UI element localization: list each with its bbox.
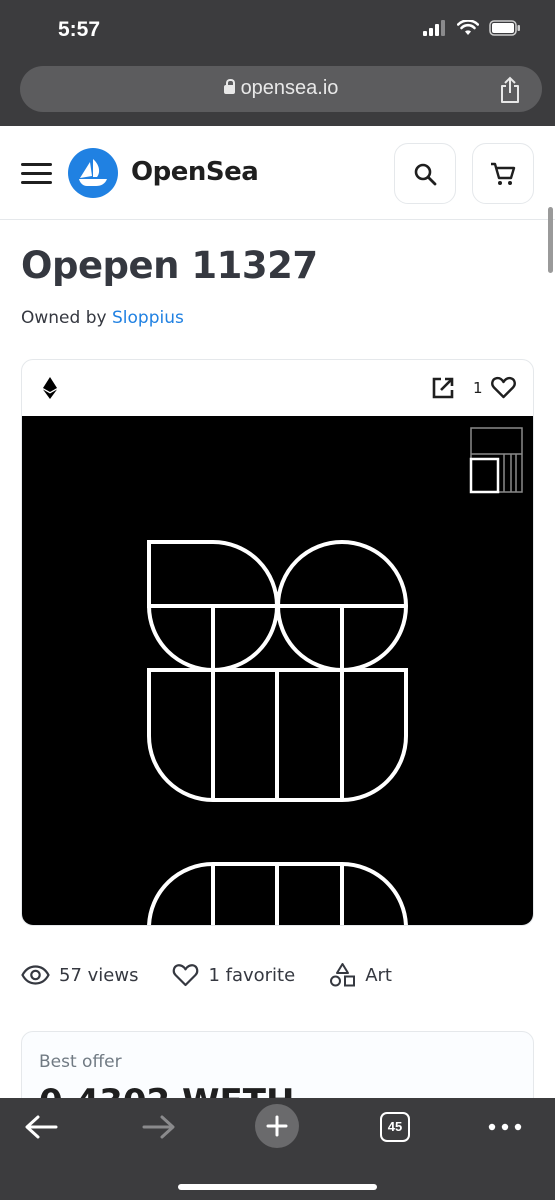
favorites-label: 1 favorite [208,964,296,986]
ethereum-icon[interactable] [43,377,57,399]
heart-icon[interactable] [491,376,516,399]
heart-icon [173,964,199,987]
cart-button[interactable] [472,143,534,204]
scrollbar[interactable] [548,207,553,273]
more-icon[interactable] [488,1123,522,1131]
forward-icon[interactable] [142,1114,176,1140]
browser-chrome-top: 5:57 opensea.io [0,0,555,126]
shapes-icon [330,963,356,987]
lock-icon [223,79,235,94]
site-header: OpenSea [0,126,555,220]
home-indicator[interactable] [178,1184,377,1190]
tabs-icon[interactable]: 45 [380,1112,410,1142]
external-link-icon[interactable] [432,377,454,399]
status-icons [423,20,521,36]
favorite-count: 1 [473,379,483,397]
menu-icon[interactable] [21,163,52,185]
best-offer-label: Best offer [39,1052,122,1072]
signal-icon [423,20,445,36]
url-text: opensea.io [240,77,339,99]
favorites-stat[interactable]: 1 favorite [172,963,295,987]
card-toolbar: 1 [22,360,533,416]
category-label: Art [365,964,392,986]
nft-card: 1 [21,359,534,926]
cart-icon [491,162,516,185]
status-time: 5:57 [58,18,101,41]
browser-toolbar: 45 [0,1098,555,1200]
opensea-logo-icon[interactable] [68,148,118,198]
search-icon [414,163,437,185]
battery-icon [489,20,520,36]
owner-link[interactable]: Sloppius [112,308,184,328]
search-button[interactable] [394,143,456,204]
item-stats: 57 views 1 favorite Art [21,962,426,988]
plus-icon [266,1115,288,1137]
eye-icon [21,965,50,985]
wifi-icon [457,20,479,35]
share-icon[interactable] [498,76,522,104]
owner-line: Owned by Sloppius [21,308,184,328]
back-icon[interactable] [24,1114,58,1140]
views-stat: 57 views [21,965,138,986]
owned-by-label: Owned by [21,308,107,328]
nft-artwork[interactable] [22,416,533,925]
brand-name[interactable]: OpenSea [131,157,259,187]
page-title: Opepen 11327 [21,244,318,287]
category-stat[interactable]: Art [329,962,392,988]
views-label: 57 views [59,964,139,986]
new-tab-button[interactable] [255,1104,299,1148]
opepen-artwork-graphic [147,427,523,925]
address-bar[interactable]: opensea.io [20,66,542,112]
